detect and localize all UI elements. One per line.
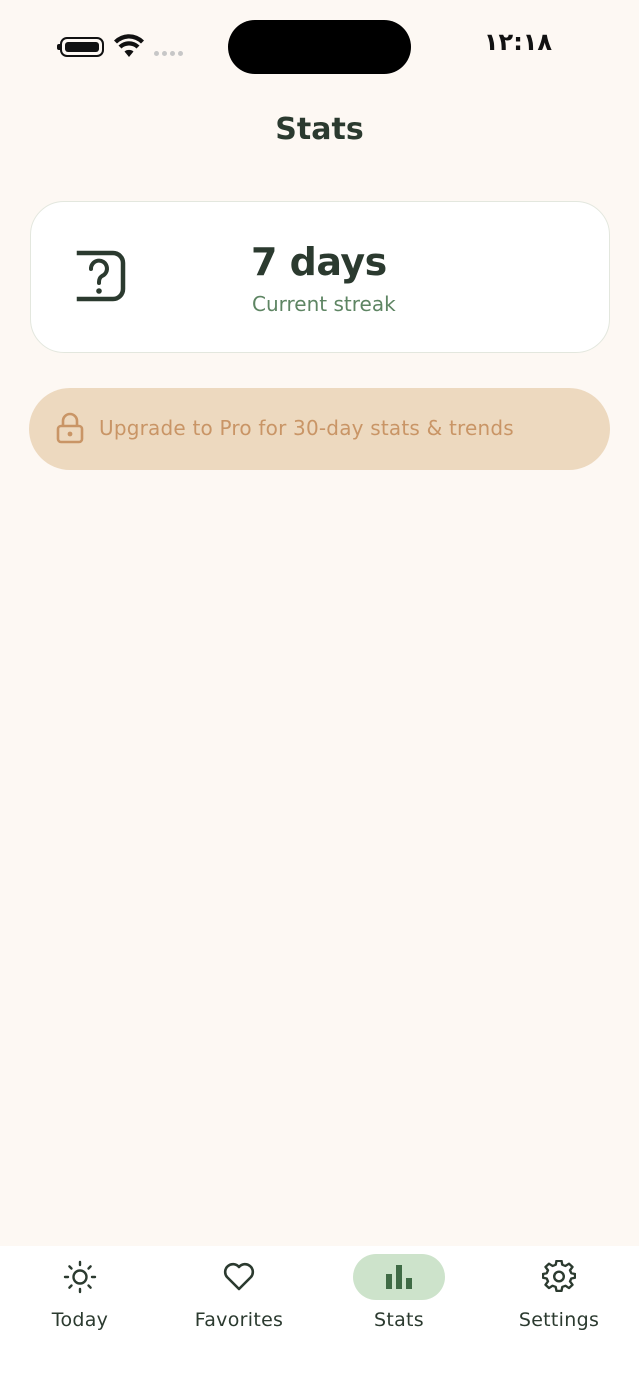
- gear-icon: [542, 1260, 576, 1293]
- bar-chart-icon: [386, 1265, 412, 1289]
- nav-icon-wrap: [34, 1254, 126, 1300]
- nav-item-stats[interactable]: Stats: [319, 1246, 479, 1356]
- dynamic-island: [228, 20, 411, 74]
- streak-value: 7 days: [251, 240, 387, 284]
- nav-label-settings: Settings: [518, 1309, 600, 1331]
- nav-label-today: Today: [51, 1309, 109, 1331]
- nav-item-settings[interactable]: Settings: [479, 1246, 639, 1356]
- cellular-signal-icon: [154, 51, 183, 56]
- nav-label-stats: Stats: [373, 1309, 424, 1331]
- nav-label-favorites: Favorites: [194, 1309, 284, 1331]
- heart-icon: [223, 1262, 255, 1291]
- upgrade-banner-text: Upgrade to Pro for 30-day stats & trends: [99, 416, 514, 440]
- upgrade-pro-banner[interactable]: Upgrade to Pro for 30-day stats & trends: [29, 388, 610, 470]
- nav-item-favorites[interactable]: Favorites: [159, 1246, 319, 1356]
- nav-item-today[interactable]: Today: [0, 1246, 160, 1356]
- page-title: Stats: [275, 112, 364, 147]
- sun-icon: [63, 1260, 97, 1294]
- nav-icon-wrap: [513, 1254, 605, 1300]
- nav-icon-wrap-active: [353, 1254, 445, 1300]
- status-bar: ١٢:١٨: [0, 0, 639, 95]
- bottom-navigation: Today Favorites Stats Settings: [0, 1246, 639, 1390]
- status-time: ١٢:١٨: [483, 28, 553, 56]
- streak-card: 7 days Current streak: [30, 201, 610, 353]
- battery-icon: [57, 37, 104, 57]
- streak-label: Current streak: [252, 292, 396, 316]
- nav-icon-wrap: [193, 1254, 285, 1300]
- question-box-icon: [76, 250, 126, 302]
- wifi-icon: [114, 34, 144, 57]
- lock-icon: [56, 412, 84, 444]
